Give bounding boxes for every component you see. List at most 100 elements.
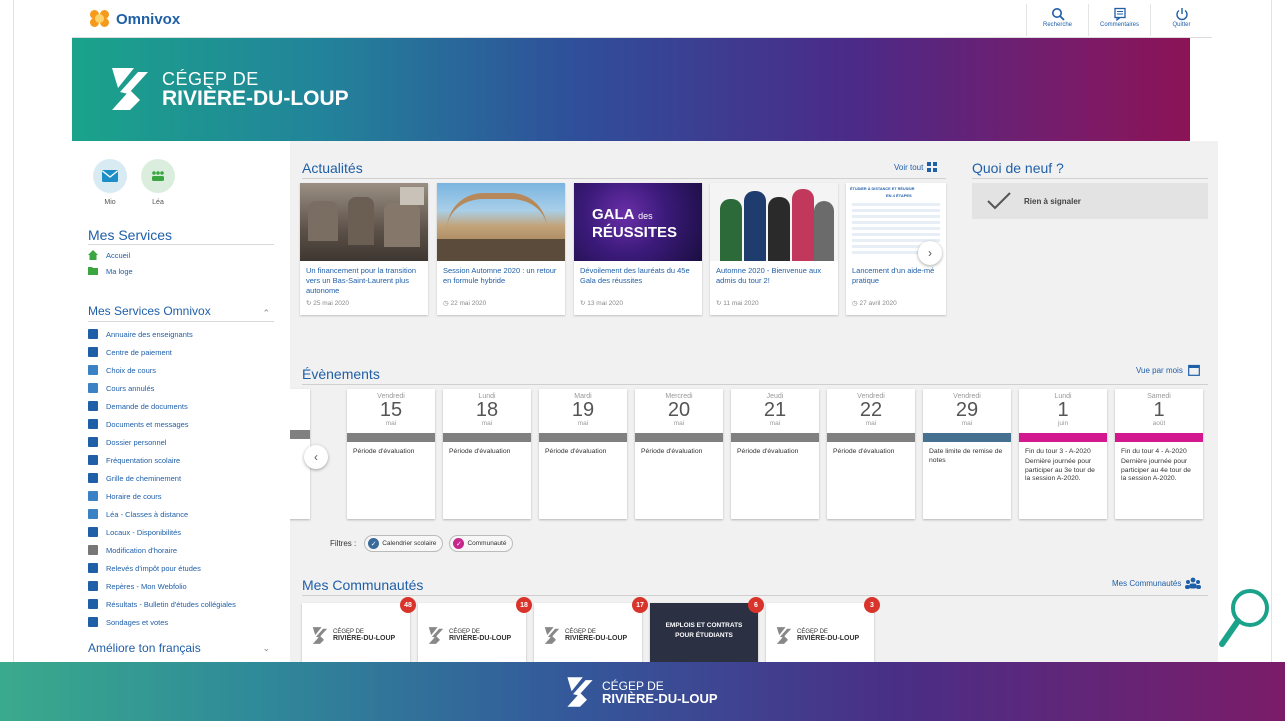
community-card[interactable]: 3 CÉGEP DE RIVIÈRE-DU-LOUP <box>766 597 880 662</box>
event-title: Fin du tour 4 - A-2020 <box>1121 448 1187 455</box>
search-button[interactable]: Recherche <box>1026 4 1088 36</box>
menu-item-omnivox[interactable]: Repères - Mon Webfolio <box>88 579 187 593</box>
menu-item-label: Ma loge <box>106 266 133 276</box>
event-card[interactable]: Jeudi 21 mai Période d'évaluation <box>731 389 819 519</box>
poster-text: ÉTUDIER À DISTANCE ET RÉUSSIR <box>850 187 915 191</box>
menu-item-omnivox[interactable]: Documents et messages <box>88 417 189 431</box>
news-image: GALA des RÉUSSITES <box>574 183 702 261</box>
app-mio[interactable]: Mio <box>86 159 134 206</box>
menu-item-omnivox[interactable]: Résultats - Bulletin d'études collégiale… <box>88 597 236 611</box>
quit-button[interactable]: Quitter <box>1150 4 1212 36</box>
menu-item-label: Demande de documents <box>106 401 188 411</box>
menu-item-omnivox[interactable]: Annuaire des enseignants <box>88 327 193 341</box>
screen: Omnivox Recherche Commentaires Quitter C… <box>0 0 1285 721</box>
event-filters: Filtres : ✓ Calendrier scolaire ✓ Commun… <box>330 535 519 552</box>
menu-item-omnivox[interactable]: Cours annulés <box>88 381 154 395</box>
event-text: Période d'évaluation <box>833 448 895 455</box>
news-card[interactable]: Automne 2020 - Bienvenue aux admis du to… <box>710 183 838 315</box>
community-card[interactable]: 6 EMPLOIS ET CONTRATS POUR ÉTUDIANTS <box>650 597 764 662</box>
community-name-line2: POUR ÉTUDIANTS <box>675 631 733 639</box>
home-icon <box>88 250 98 260</box>
menu-item-label: Horaire de cours <box>106 491 162 501</box>
event-date-number: 21 <box>763 399 787 421</box>
event-title: Fin du tour 3 - A-2020 <box>1025 448 1091 455</box>
menu-item-omnivox[interactable]: Relevés d'impôt pour études <box>88 561 201 575</box>
menu-item-omnivox[interactable]: Demande de documents <box>88 399 188 413</box>
event-card[interactable]: Lundi 18 mai Période d'évaluation <box>443 389 531 519</box>
menu-item-omnivox[interactable]: Sondages et votes <box>88 615 168 629</box>
comments-button[interactable]: Commentaires <box>1088 4 1150 36</box>
filter-calendrier-scolaire[interactable]: ✓ Calendrier scolaire <box>364 535 444 552</box>
event-date-number: 22 <box>859 399 883 421</box>
community-card[interactable]: 17 CÉGEP DE RIVIÈRE-DU-LOUP <box>534 597 648 662</box>
filter-communaute[interactable]: ✓ Communauté <box>449 535 514 552</box>
see-all-link[interactable]: Voir tout <box>894 162 938 172</box>
events-prev-button[interactable]: ‹ <box>304 445 328 469</box>
event-text: Période d'évaluation <box>545 448 607 455</box>
event-card[interactable]: Vendredi 22 mai Période d'évaluation <box>827 389 915 519</box>
news-card[interactable]: Session Automne 2020 : un retour en form… <box>437 183 565 315</box>
news-card[interactable]: GALA des RÉUSSITES Dévoilement des lauré… <box>574 183 702 315</box>
menu-item-omnivox[interactable]: Léa - Classes à distance <box>88 507 188 521</box>
community-card[interactable]: 48 CÉGEP DE RIVIÈRE-DU-LOUP <box>302 597 416 662</box>
news-next-button[interactable]: › <box>918 241 942 265</box>
event-card[interactable]: Mardi 19 mai Période d'évaluation <box>539 389 627 519</box>
news-headline: Automne 2020 - Bienvenue aux admis du to… <box>716 266 822 286</box>
news-card[interactable]: Un financement pour la transition vers u… <box>300 183 428 315</box>
menu-item-omnivox[interactable]: Modification d'horaire <box>88 543 177 557</box>
chevron-down-icon[interactable]: ⌄ <box>262 643 270 654</box>
event-text: Période d'évaluation <box>353 448 415 455</box>
app-lea[interactable]: Léa <box>134 159 182 206</box>
event-card[interactable]: Mercredi 20 mai Période d'évaluation <box>635 389 723 519</box>
check-icon <box>987 192 1011 210</box>
chevron-up-icon[interactable]: ⌃ <box>262 308 270 319</box>
event-card[interactable]: Vendredi 15 mai Période d'évaluation <box>347 389 435 519</box>
comment-icon <box>1113 7 1126 21</box>
event-card[interactable]: Lundi 1 juin Fin du tour 3 - A-2020 Dernière… <box>1019 389 1107 519</box>
sidebar: Mio Léa Mes Services Accueil Ma loge Mes… <box>72 141 284 662</box>
left-margin <box>0 0 14 662</box>
menu-item-accueil[interactable]: Accueil <box>88 248 130 262</box>
french-title[interactable]: Améliore ton français <box>88 641 201 655</box>
event-month: mai <box>481 420 493 427</box>
notification-badge: 3 <box>864 597 880 613</box>
footer-logo: CÉGEP DE RIVIÈRE-DU-LOUP <box>566 677 718 707</box>
event-card[interactable]: Samedi 1 août Fin du tour 4 - A-2020 Dernièr… <box>1115 389 1203 519</box>
search-icon <box>1051 8 1065 21</box>
whats-new-title: Quoi de neuf ? <box>972 160 1064 176</box>
news-headline: Lancement d'un aide-mé pratique <box>852 266 935 286</box>
view-by-month-link[interactable]: Vue par mois <box>1136 364 1200 376</box>
event-text: Dernière journée pour participer au 3e t… <box>1025 457 1095 483</box>
event-category-bar <box>443 433 531 442</box>
magnifier-icon[interactable] <box>1218 586 1274 652</box>
event-category-bar <box>347 433 435 442</box>
event-card[interactable]: Vendredi 29 mai Date limite de remise de no… <box>923 389 1011 519</box>
news-image <box>300 183 428 261</box>
event-month: mai <box>673 420 685 427</box>
news-image <box>710 183 838 261</box>
menu-item-omnivox[interactable]: Grille de cheminement <box>88 471 181 485</box>
menu-item-omnivox[interactable]: Fréquentation scolaire <box>88 453 180 467</box>
divider <box>302 178 946 179</box>
news-date: ◷ 22 mai 2020 <box>443 300 487 307</box>
menu-item-omnivox[interactable]: Locaux - Disponibilités <box>88 525 181 539</box>
divider <box>88 244 274 245</box>
app-lea-label: Léa <box>152 199 164 206</box>
omnivox-services-title[interactable]: Mes Services Omnivox <box>88 304 211 318</box>
omnivox-logo[interactable]: Omnivox <box>90 10 180 28</box>
event-category-bar <box>1019 433 1107 442</box>
menu-item-omnivox[interactable]: Horaire de cours <box>88 489 161 503</box>
service-icon <box>88 599 98 609</box>
event-month: mai <box>865 420 877 427</box>
divider <box>302 595 1208 596</box>
menu-item-ma-loge[interactable]: Ma loge <box>88 264 133 278</box>
my-communities-link[interactable]: Mes Communautés <box>1112 577 1202 589</box>
menu-item-omnivox[interactable]: Choix de cours <box>88 363 156 377</box>
chevron-left-icon: ‹ <box>314 450 318 464</box>
menu-item-label: Repères - Mon Webfolio <box>106 581 187 591</box>
menu-item-omnivox[interactable]: Centre de paiement <box>88 345 172 359</box>
menu-item-omnivox[interactable]: Dossier personnel <box>88 435 166 449</box>
notification-badge: 48 <box>400 597 416 613</box>
community-card[interactable]: 18 CÉGEP DE RIVIÈRE-DU-LOUP <box>418 597 532 662</box>
group-icon <box>1185 577 1202 589</box>
